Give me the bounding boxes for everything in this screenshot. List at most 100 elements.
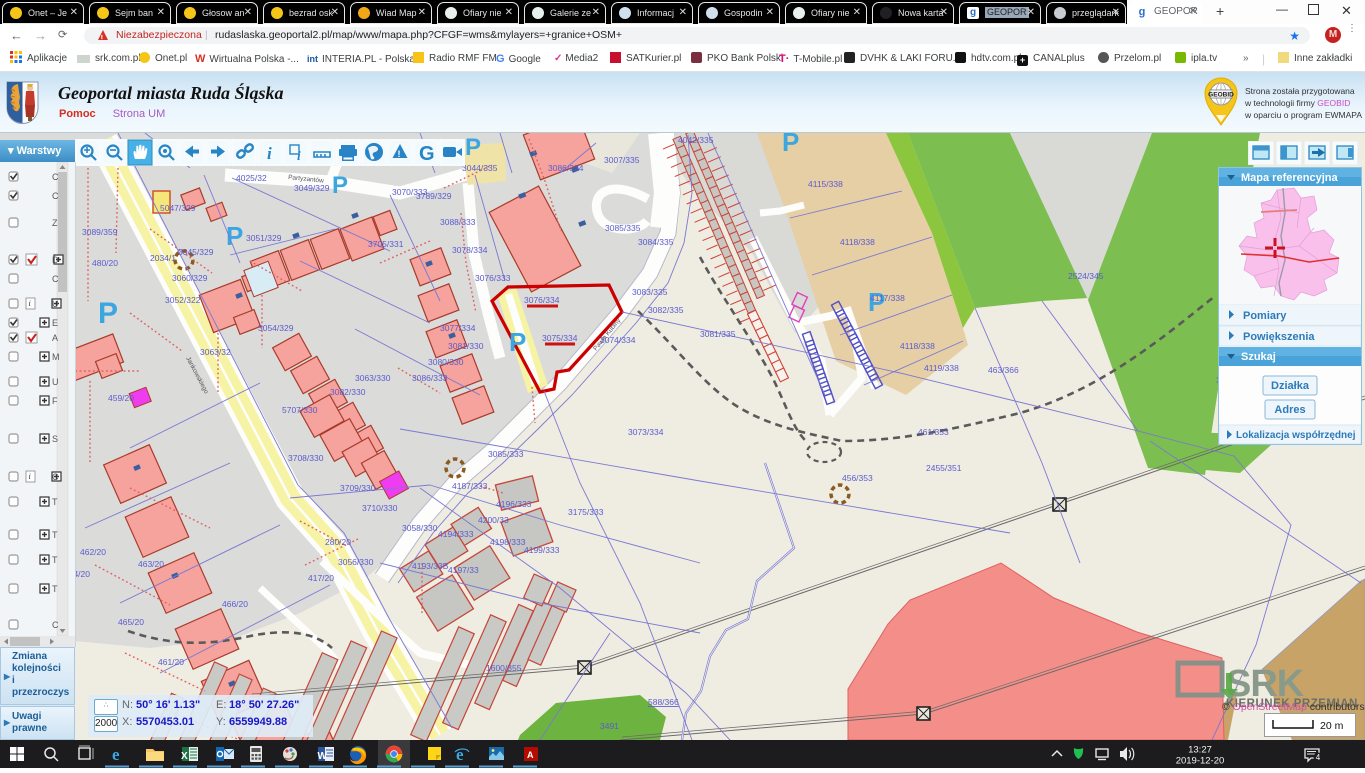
svg-text:GEOBID: GEOBID <box>1208 92 1234 99</box>
svg-text:Lokalizacja współrzędnej: Lokalizacja współrzędnej <box>1236 430 1356 441</box>
svg-text:5707/330: 5707/330 <box>282 405 318 415</box>
svg-text:4115/338: 4115/338 <box>808 179 843 189</box>
svg-text:P: P <box>98 297 118 330</box>
svg-text:3710/330: 3710/330 <box>362 503 398 513</box>
svg-text:3086/333: 3086/333 <box>412 373 448 383</box>
svg-text:!: ! <box>398 149 401 159</box>
svg-text:2019-12-20: 2019-12-20 <box>1176 756 1225 767</box>
svg-text:T: T <box>52 584 58 594</box>
svg-text:e: e <box>456 745 464 764</box>
svg-text:3081/330: 3081/330 <box>448 341 484 351</box>
svg-text:3044/335: 3044/335 <box>462 163 498 173</box>
svg-text:F: F <box>52 396 58 406</box>
svg-text:3076/333: 3076/333 <box>475 273 511 283</box>
svg-text:T: T <box>52 555 58 565</box>
svg-text:463/366: 463/366 <box>988 365 1019 375</box>
svg-text:4187/333: 4187/333 <box>452 481 488 491</box>
svg-text:466/20: 466/20 <box>222 599 248 609</box>
svg-text:3089/359: 3089/359 <box>82 227 118 237</box>
svg-text:3075/334: 3075/334 <box>542 333 578 343</box>
svg-text:Szukaj: Szukaj <box>1241 351 1276 363</box>
svg-text:459/20: 459/20 <box>108 393 134 403</box>
svg-text:20 m: 20 m <box>1320 720 1344 732</box>
svg-text:463/20: 463/20 <box>138 559 164 569</box>
svg-text:Z: Z <box>52 218 58 228</box>
svg-text:3085/335: 3085/335 <box>605 223 641 233</box>
svg-text:i: i <box>29 472 31 481</box>
svg-text:3083/335: 3083/335 <box>632 287 668 297</box>
svg-text:C: C <box>52 274 59 284</box>
svg-text:3056/330: 3056/330 <box>338 557 374 567</box>
svg-text:C: C <box>52 620 59 630</box>
svg-text:3049/329: 3049/329 <box>294 183 330 193</box>
svg-text:4117/338: 4117/338 <box>870 293 905 303</box>
svg-text:3073/334: 3073/334 <box>628 427 664 437</box>
svg-text:3058/330: 3058/330 <box>402 523 438 533</box>
svg-text:3708/330: 3708/330 <box>288 453 324 463</box>
svg-text:C: C <box>52 172 59 182</box>
svg-text:3705/331: 3705/331 <box>368 239 404 249</box>
svg-text:4119/338: 4119/338 <box>924 363 959 373</box>
svg-text:3063/330: 3063/330 <box>355 373 391 383</box>
svg-text:2455/351: 2455/351 <box>926 463 962 473</box>
svg-text:E: E <box>52 318 58 328</box>
svg-text:456/353: 456/353 <box>842 473 873 483</box>
svg-text:3080/330: 3080/330 <box>428 357 464 367</box>
svg-text:4118/338: 4118/338 <box>840 237 875 247</box>
svg-text:Powiększenia: Powiększenia <box>1243 331 1315 343</box>
svg-text:S: S <box>52 434 58 444</box>
svg-text:4194/333: 4194/333 <box>438 529 474 539</box>
svg-text:3054/329: 3054/329 <box>258 323 294 333</box>
svg-text:4193/33B: 4193/33B <box>412 561 449 571</box>
svg-text:3063/32: 3063/32 <box>200 347 231 357</box>
svg-text:3709/330: 3709/330 <box>340 483 376 493</box>
svg-text:4025/32: 4025/32 <box>236 173 267 183</box>
svg-text:2524/345: 2524/345 <box>1068 271 1104 281</box>
svg-text:4198/333: 4198/333 <box>490 537 526 547</box>
svg-text:M: M <box>52 352 60 362</box>
svg-text:3060/329: 3060/329 <box>172 273 208 283</box>
svg-text:Pomiary: Pomiary <box>1243 310 1287 322</box>
svg-text:i: i <box>267 144 272 163</box>
svg-text:U: U <box>52 377 59 387</box>
svg-text:4196/333: 4196/333 <box>496 499 532 509</box>
svg-text:i: i <box>297 148 301 163</box>
svg-text:3076/334: 3076/334 <box>524 295 560 305</box>
svg-text:Działka: Działka <box>1271 380 1310 392</box>
svg-text:A: A <box>52 333 58 343</box>
svg-text:3007/335: 3007/335 <box>604 155 640 165</box>
svg-text:461/20: 461/20 <box>158 657 184 667</box>
svg-text:4042/335: 4042/335 <box>678 135 714 145</box>
svg-text:C: C <box>52 472 59 482</box>
svg-text:3052/322: 3052/322 <box>165 295 201 305</box>
svg-text:3077/334: 3077/334 <box>440 323 476 333</box>
svg-text:T: T <box>52 530 58 540</box>
svg-text:3175/333: 3175/333 <box>568 507 604 517</box>
svg-text:462/20: 462/20 <box>80 547 106 557</box>
svg-text:465/20: 465/20 <box>118 617 144 627</box>
svg-text:4200/33: 4200/33 <box>478 515 509 525</box>
svg-text:461/353: 461/353 <box>918 427 949 437</box>
svg-text:D: D <box>52 255 59 265</box>
svg-text:3088/333: 3088/333 <box>440 217 476 227</box>
svg-text:Adres: Adres <box>1274 404 1305 416</box>
svg-text:C: C <box>52 191 59 201</box>
svg-text:280/20: 280/20 <box>325 537 351 547</box>
svg-text:3070/333: 3070/333 <box>392 187 428 197</box>
svg-text:2034/1: 2034/1 <box>150 253 176 263</box>
svg-text:G: G <box>419 143 435 165</box>
svg-text:1600/355: 1600/355 <box>486 663 522 673</box>
svg-text:4199/333: 4199/333 <box>524 545 560 555</box>
svg-text:4: 4 <box>1316 753 1321 762</box>
svg-text:3491: 3491 <box>600 721 619 731</box>
svg-text:X: X <box>181 751 188 762</box>
svg-text:4118/338: 4118/338 <box>900 341 935 351</box>
svg-text:3081/335: 3081/335 <box>700 329 736 339</box>
svg-text:3084/335: 3084/335 <box>638 237 674 247</box>
svg-text:3078/334: 3078/334 <box>452 245 488 255</box>
svg-text:13:27: 13:27 <box>1188 745 1212 756</box>
svg-text:U: U <box>52 299 59 309</box>
svg-text:P: P <box>509 327 526 357</box>
svg-text:P: P <box>465 134 481 161</box>
svg-text:T: T <box>52 497 58 507</box>
